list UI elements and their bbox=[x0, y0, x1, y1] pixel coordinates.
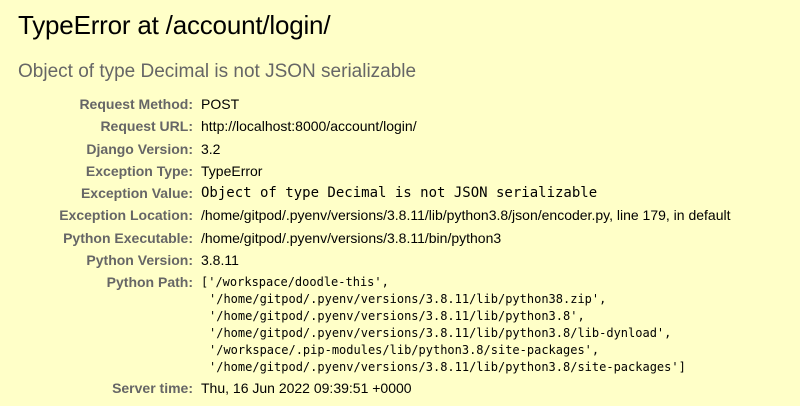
meta-label: Exception Location: bbox=[59, 207, 193, 224]
python-path-line: '/home/gitpod/.pyenv/versions/3.8.11/lib… bbox=[209, 360, 686, 375]
meta-row-python-version: Python Version: 3.8.11 bbox=[18, 249, 731, 271]
meta-label: Exception Type: bbox=[85, 162, 193, 179]
meta-value: POST bbox=[201, 96, 240, 112]
meta-label: Exception Value: bbox=[80, 185, 193, 202]
meta-value: 3.8.11 bbox=[201, 252, 239, 269]
meta-label: Python Version: bbox=[86, 252, 193, 269]
meta-label: Request URL: bbox=[100, 118, 193, 135]
meta-row-python-path: Python Path: ['/workspace/doodle-this', '… bbox=[18, 271, 731, 377]
request-meta-body: Request Method: POST Request URL: http:/… bbox=[18, 93, 731, 400]
meta-value: /home/gitpod/.pyenv/versions/3.8.11/bin/… bbox=[201, 229, 502, 246]
meta-row-server-time: Server time: Thu, 16 Jun 2022 09:39:51 +… bbox=[18, 377, 731, 399]
meta-value: /home/gitpod/.pyenv/versions/3.8.11/lib/… bbox=[201, 207, 731, 224]
meta-label: Django Version: bbox=[86, 140, 193, 157]
meta-value: http://localhost:8000/account/login/ bbox=[201, 118, 417, 135]
meta-value: Thu, 16 Jun 2022 09:39:51 +0000 bbox=[201, 380, 412, 397]
meta-value: TypeError bbox=[201, 162, 263, 179]
error-title: TypeError at /account/login/ bbox=[18, 10, 331, 40]
error-summary: TypeError at /account/login/ Object of t… bbox=[0, 0, 800, 400]
meta-row-request-method: Request Method: POST bbox=[18, 93, 731, 115]
meta-label: Request Method: bbox=[79, 96, 193, 112]
meta-value: 3.2 bbox=[201, 140, 221, 157]
meta-label: Python Executable: bbox=[63, 229, 193, 246]
meta-row-exception-location: Exception Location: /home/gitpod/.pyenv/… bbox=[18, 204, 731, 226]
meta-label: Python Path: bbox=[106, 274, 193, 291]
meta-value: ['/workspace/doodle-this', '/home/gitpod/… bbox=[199, 271, 731, 377]
python-path-line: ['/workspace/doodle-this', bbox=[201, 275, 389, 290]
meta-row-request-url: Request URL: http://localhost:8000/accou… bbox=[18, 115, 731, 137]
meta-value: Object of type Decimal is not JSON seria… bbox=[201, 185, 598, 202]
python-path-line: '/home/gitpod/.pyenv/versions/3.8.11/lib… bbox=[209, 326, 672, 341]
error-subtitle: Object of type Decimal is not JSON seria… bbox=[18, 61, 417, 82]
meta-row-exception-value: Exception Value: Object of type Decimal … bbox=[18, 182, 731, 204]
meta-row-exception-type: Exception Type: TypeError bbox=[18, 160, 731, 182]
meta-row-django-version: Django Version: 3.2 bbox=[18, 138, 731, 160]
meta-row-python-executable: Python Executable: /home/gitpod/.pyenv/v… bbox=[18, 227, 731, 249]
meta-label: Server time: bbox=[112, 380, 193, 397]
python-path-list: ['/workspace/doodle-this', '/home/gitpod/… bbox=[201, 274, 731, 376]
python-path-line: '/workspace/.pip-modules/lib/python3.8/s… bbox=[209, 343, 600, 358]
python-path-line: '/home/gitpod/.pyenv/versions/3.8.11/lib… bbox=[209, 309, 585, 324]
python-path-line: '/home/gitpod/.pyenv/versions/3.8.11/lib… bbox=[209, 292, 607, 307]
request-meta-table: Request Method: POST Request URL: http:/… bbox=[18, 93, 731, 400]
